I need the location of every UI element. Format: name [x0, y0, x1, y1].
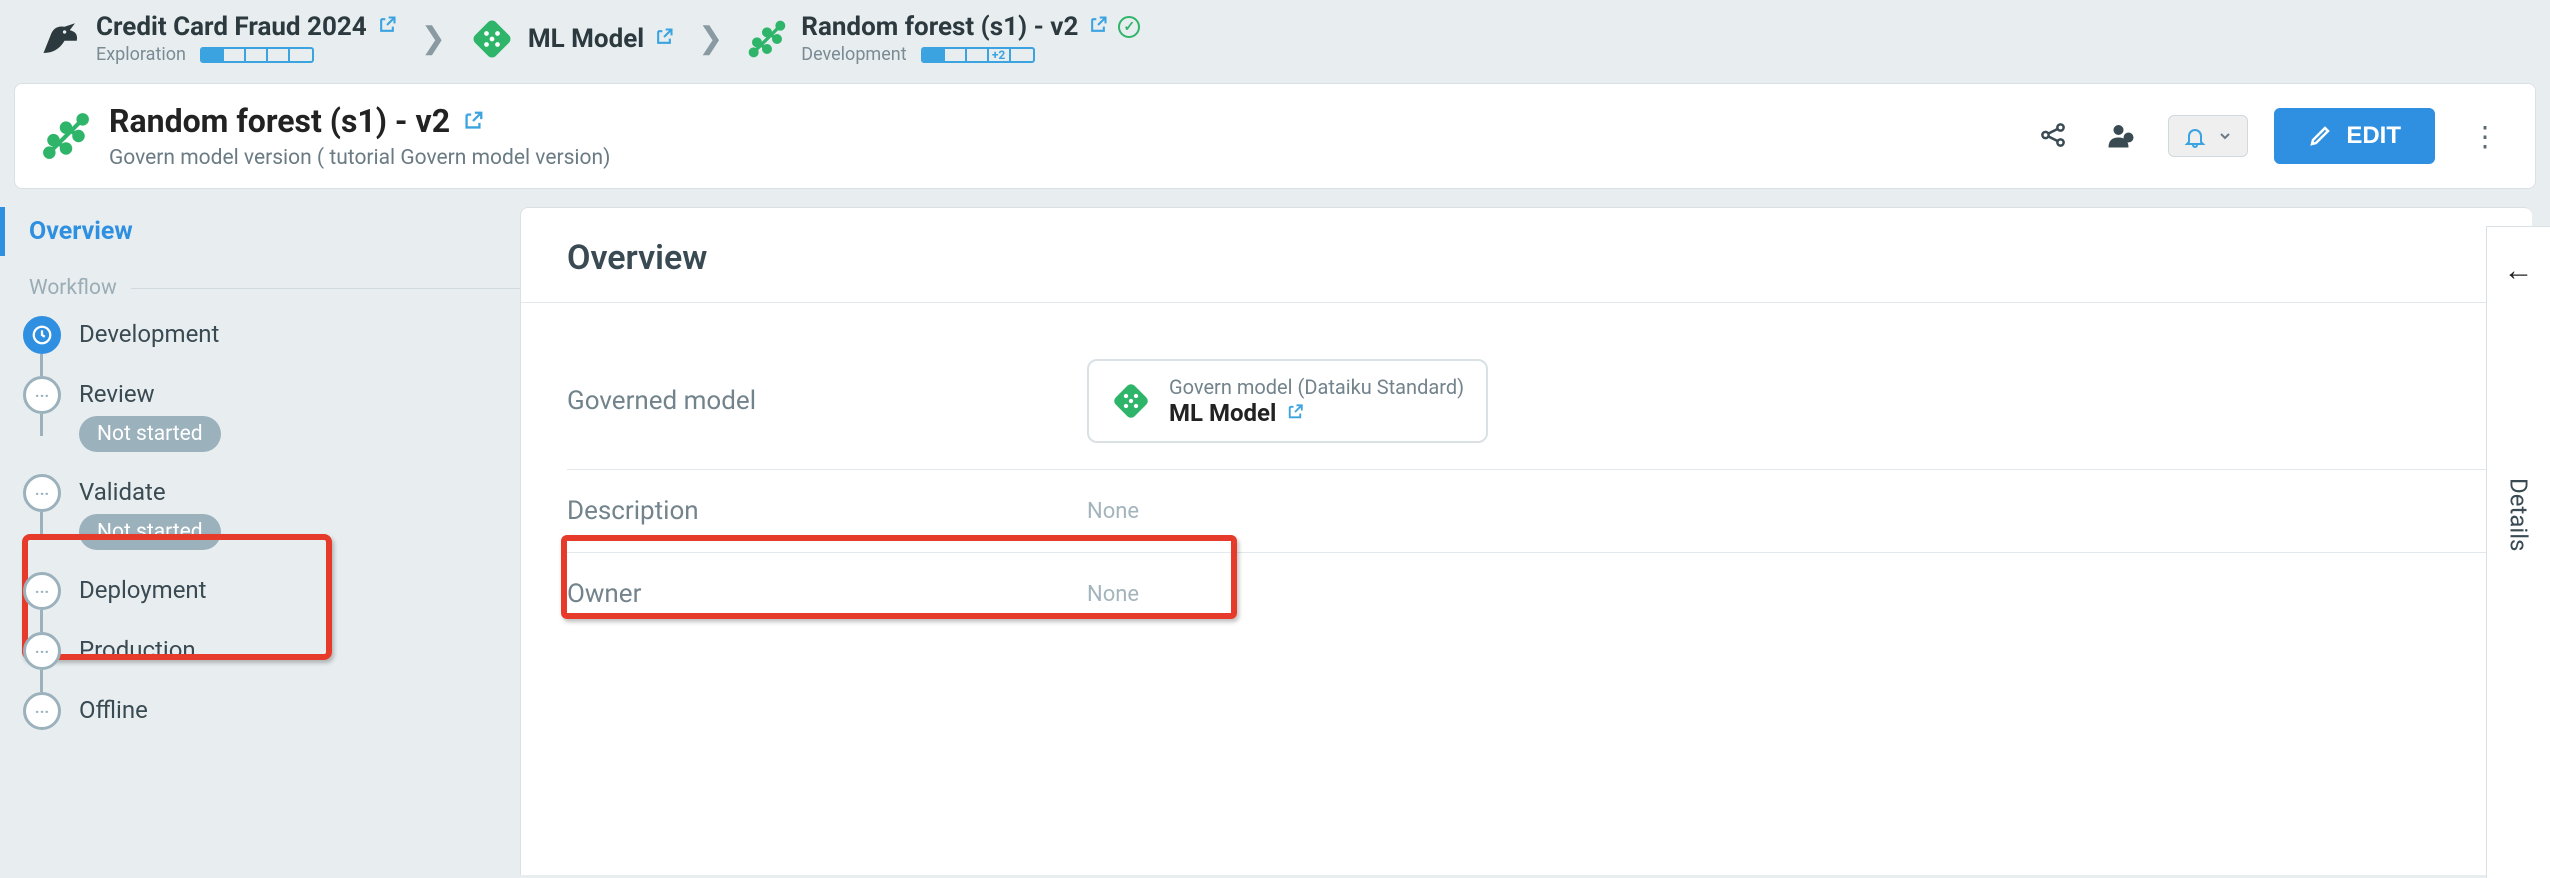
wf-label: Review [79, 380, 221, 408]
breadcrumb-item-project[interactable]: Credit Card Fraud 2024 Exploration [40, 12, 397, 65]
dots-icon: ··· [23, 572, 61, 610]
external-link-icon[interactable] [1088, 12, 1108, 42]
workflow-header: Workflow [29, 276, 520, 300]
wf-item-development[interactable]: Development [23, 316, 520, 354]
bird-icon [40, 18, 82, 60]
breadcrumb-project-sublabel: Exploration [96, 44, 186, 65]
edit-button[interactable]: EDIT [2274, 108, 2435, 164]
field-value: None [1087, 499, 1139, 524]
wf-label: Validate [79, 478, 221, 506]
status-badge: +2 [989, 49, 1011, 61]
field-label: Governed model [567, 386, 1087, 416]
field-owner: Owner None [567, 553, 2486, 635]
page-subtitle: Govern model version ( tutorial Govern m… [109, 146, 610, 170]
breadcrumb-item-model[interactable]: ML Model [470, 17, 674, 61]
status-pill: Not started [79, 416, 221, 452]
status-bar [200, 47, 314, 63]
external-link-icon[interactable] [377, 12, 397, 42]
status-bar: +2 [921, 47, 1035, 63]
wf-label: Development [79, 320, 219, 348]
model-chip-bottom: ML Model [1169, 399, 1276, 427]
dice-icon [470, 17, 514, 61]
wf-label: Deployment [79, 576, 207, 604]
field-value: None [1087, 582, 1139, 607]
dots-icon: ··· [23, 376, 61, 414]
wf-item-validate[interactable]: ··· Validate Not started [23, 474, 520, 550]
details-tab[interactable]: Details [2505, 478, 2533, 551]
model-chip-top: Govern model (Dataiku Standard) [1169, 375, 1464, 399]
user-role-button[interactable] [2100, 114, 2142, 159]
breadcrumb-project-title: Credit Card Fraud 2024 [96, 12, 367, 42]
collapse-arrow-icon[interactable]: ← [2504, 253, 2534, 288]
right-rail: ← Details [2486, 226, 2550, 878]
page-title: Random forest (s1) - v2 [109, 102, 450, 140]
status-pill: Not started [79, 514, 221, 550]
dots-icon: ··· [23, 692, 61, 730]
breadcrumb-version-sublabel: Development [801, 44, 906, 65]
external-link-icon[interactable] [654, 24, 674, 54]
title-card: Random forest (s1) - v2 Govern model ver… [14, 83, 2536, 189]
more-button[interactable]: ⋮ [2461, 114, 2509, 159]
tree-icon [41, 111, 91, 161]
workflow-list: Development ··· Review Not started ··· V… [23, 316, 520, 730]
wf-item-deployment[interactable]: ··· Deployment [23, 572, 520, 610]
dice-icon [1111, 381, 1151, 421]
model-chip[interactable]: Govern model (Dataiku Standard) ML Model [1087, 359, 1488, 443]
chevron-right-icon: ❯ [421, 21, 446, 56]
notifications-button[interactable] [2168, 115, 2248, 157]
wf-item-review[interactable]: ··· Review Not started [23, 376, 520, 452]
field-governed-model: Governed model Govern model (Dataiku Sta… [567, 333, 2486, 470]
wf-item-offline[interactable]: ··· Offline [23, 692, 520, 730]
share-button[interactable] [2032, 114, 2074, 159]
dots-icon: ··· [23, 632, 61, 670]
wf-item-production[interactable]: ··· Production [23, 632, 520, 670]
wf-label: Offline [79, 696, 148, 724]
sidebar: Overview Workflow Development ··· Review… [0, 207, 520, 875]
dots-icon: ··· [23, 474, 61, 512]
field-description: Description None [567, 470, 2486, 553]
breadcrumb-item-version[interactable]: Random forest (s1) - v2 ✓ Development +2 [747, 12, 1140, 65]
external-link-icon[interactable] [1286, 399, 1304, 427]
field-label: Description [567, 496, 1087, 526]
breadcrumb-model-title: ML Model [528, 24, 644, 54]
clock-icon [23, 316, 61, 354]
content-heading: Overview [567, 238, 2486, 278]
check-circle-icon: ✓ [1118, 16, 1140, 38]
content-card: Overview Governed model Govern mod [520, 207, 2532, 875]
external-link-icon[interactable] [462, 102, 484, 140]
workflow-header-label: Workflow [29, 276, 117, 300]
wf-label: Production [79, 636, 196, 664]
breadcrumb: Credit Card Fraud 2024 Exploration ❯ [0, 0, 2550, 75]
breadcrumb-version-title: Random forest (s1) - v2 [801, 12, 1078, 42]
sidebar-overview-tab[interactable]: Overview [0, 207, 520, 256]
chevron-right-icon: ❯ [698, 21, 723, 56]
edit-button-label: EDIT [2346, 122, 2401, 150]
tree-icon [747, 19, 787, 59]
field-label: Owner [567, 579, 1087, 609]
